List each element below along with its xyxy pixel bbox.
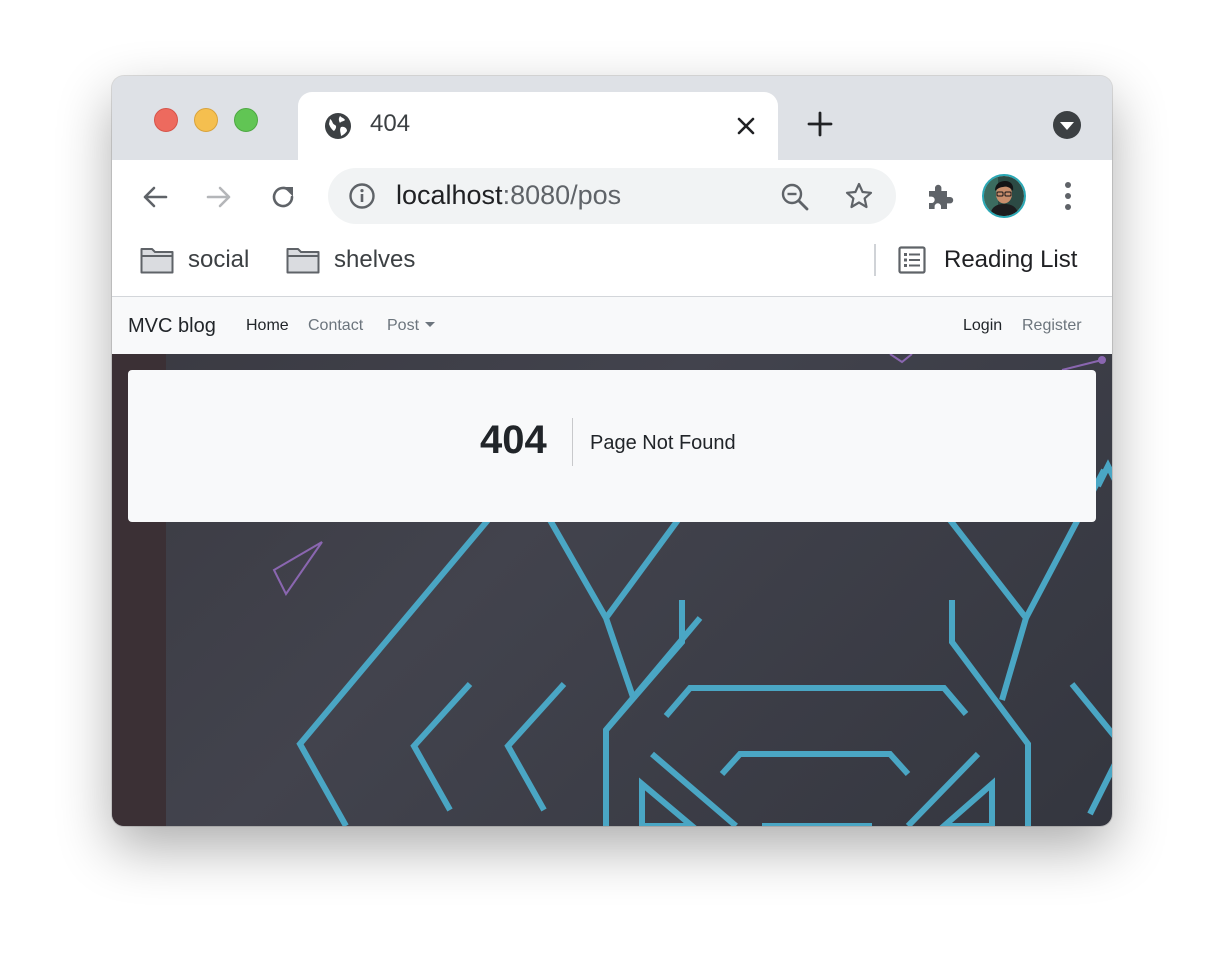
bookmarks-divider: [874, 244, 876, 276]
bookmark-folder-social[interactable]: social: [140, 244, 260, 278]
address-bar[interactable]: localhost:8080/pos: [328, 168, 896, 224]
nav-contact[interactable]: Contact: [308, 317, 363, 335]
error-divider: [572, 418, 573, 466]
url-path: :8080/pos: [502, 180, 622, 210]
reading-list-button[interactable]: Reading List: [944, 246, 1077, 274]
bookmark-folder-shelves[interactable]: shelves: [286, 244, 426, 278]
maximize-window-button[interactable]: [234, 108, 258, 132]
nav-login[interactable]: Login: [963, 317, 1002, 335]
more-menu-icon[interactable]: [1056, 178, 1080, 214]
nav-post-dropdown[interactable]: Post: [387, 317, 436, 335]
profile-photo-icon: [984, 176, 1024, 216]
reload-icon[interactable]: [268, 182, 298, 212]
browser-toolbar: localhost:8080/pos: [112, 160, 1112, 234]
forward-icon[interactable]: [204, 182, 234, 212]
nav-post-label: Post: [387, 317, 420, 334]
tab-title: 404: [370, 110, 411, 137]
url-text: localhost:8080/pos: [396, 180, 621, 211]
bookmark-label: social: [188, 246, 250, 273]
error-message: Page Not Found: [590, 432, 736, 454]
back-icon[interactable]: [140, 182, 170, 212]
error-code: 404: [480, 418, 547, 462]
folder-icon: [286, 248, 320, 274]
profile-avatar[interactable]: [982, 174, 1026, 218]
bookmarks-bar: social shelves Reading List: [112, 234, 1112, 297]
error-card: 404 Page Not Found: [128, 370, 1096, 522]
zoom-out-icon[interactable]: [780, 182, 810, 212]
new-tab-icon[interactable]: [806, 110, 834, 138]
minimize-window-button[interactable]: [194, 108, 218, 132]
tab-search-icon[interactable]: [1052, 110, 1082, 140]
site-navbar: MVC blog Home Contact Post Login Registe…: [112, 297, 1112, 354]
globe-icon: [325, 113, 351, 139]
caret-down-icon: [425, 322, 436, 327]
nav-home[interactable]: Home: [246, 317, 289, 335]
browser-window: 404 localhost:8080/pos social shelves Re…: [112, 76, 1112, 826]
nav-register[interactable]: Register: [1022, 317, 1082, 335]
reading-list-icon[interactable]: [898, 246, 926, 274]
url-host: localhost: [396, 180, 503, 210]
close-window-button[interactable]: [154, 108, 178, 132]
bookmark-label: shelves: [334, 246, 416, 273]
site-info-icon[interactable]: [348, 182, 376, 210]
extensions-icon[interactable]: [924, 180, 956, 212]
page-content: 404 Page Not Found: [112, 354, 1112, 826]
folder-icon: [140, 248, 174, 274]
tab-active[interactable]: 404: [298, 92, 778, 160]
bookmark-star-icon[interactable]: [844, 181, 874, 211]
close-tab-icon[interactable]: [734, 114, 758, 138]
tab-strip: 404: [112, 76, 1112, 160]
site-brand[interactable]: MVC blog: [128, 315, 216, 338]
